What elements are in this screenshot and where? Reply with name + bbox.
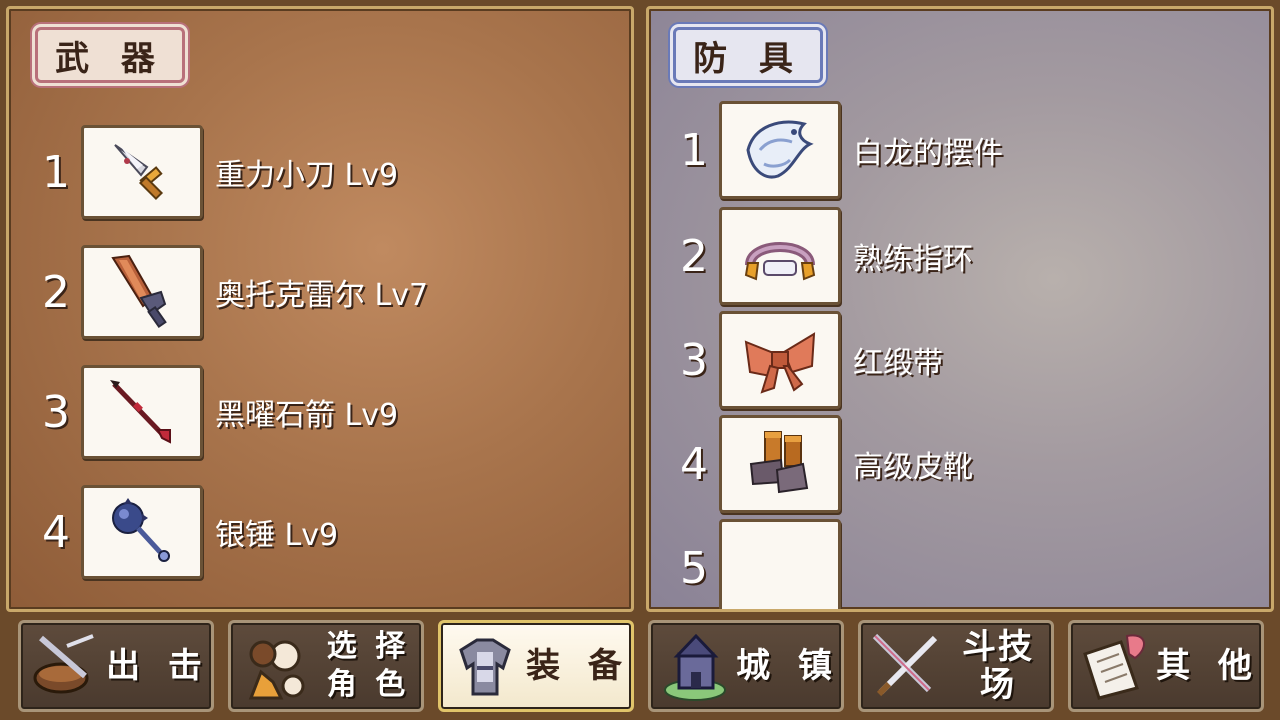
armor-slot-5[interactable] bbox=[719, 519, 841, 609]
nav-arena-label: 斗技场 bbox=[962, 627, 1034, 705]
nav-select-character-button[interactable]: 选 择 角 色 bbox=[228, 620, 424, 712]
weapon-slot-2[interactable] bbox=[81, 245, 203, 339]
ring-icon bbox=[744, 242, 816, 281]
weapons-panel: 武 器 1 重力小刀 Lv9 2 奥托克雷尔 Lv7 3 黑曜石箭 Lv9 4 … bbox=[6, 6, 634, 612]
character-icon bbox=[248, 640, 305, 700]
arrow-icon bbox=[110, 380, 171, 444]
weapon-name-1: 重力小刀 Lv9 bbox=[215, 158, 399, 193]
nav-select-character-line-2: 角 色 bbox=[326, 667, 410, 702]
armor-name-4: 高级皮靴 bbox=[853, 450, 973, 485]
sortie-icon bbox=[33, 634, 94, 694]
armor-slot-1[interactable] bbox=[719, 101, 841, 199]
slot-number: 4 bbox=[42, 506, 70, 558]
armor-slot-row-3[interactable]: 3 红缎带 bbox=[669, 311, 943, 409]
armor-slot-3[interactable] bbox=[719, 311, 841, 409]
slot-number: 4 bbox=[680, 438, 708, 490]
slot-number: 2 bbox=[42, 266, 70, 318]
slot-number: 3 bbox=[42, 386, 70, 438]
weapon-slot-row-1[interactable]: 1 重力小刀 Lv9 bbox=[31, 125, 398, 219]
weapon-slot-4[interactable] bbox=[81, 485, 203, 579]
weapons-panel-title: 武 器 bbox=[35, 27, 185, 83]
armor-slot-row-5[interactable]: 5 bbox=[669, 519, 853, 609]
slot-number: 5 bbox=[680, 542, 708, 594]
armor-name-1: 白龙的摆件 bbox=[853, 136, 1003, 171]
weapon-slot-3[interactable] bbox=[81, 365, 203, 459]
mace-icon bbox=[112, 498, 170, 562]
white-dragon-icon bbox=[746, 120, 814, 179]
armor-slot-row-1[interactable]: 1 白龙的摆件 bbox=[669, 101, 1003, 199]
weapon-name-2: 奥托克雷尔 Lv7 bbox=[215, 278, 429, 313]
nav-select-character-line-1: 选 择 bbox=[326, 629, 410, 664]
slot-number: 1 bbox=[680, 124, 708, 176]
nav-arena-button[interactable]: 斗技场 bbox=[858, 620, 1054, 712]
sword-icon bbox=[111, 254, 167, 329]
armor-name-3: 红缎带 bbox=[853, 346, 943, 381]
nav-other-label: 其 他 bbox=[1156, 646, 1260, 686]
ribbon-icon bbox=[744, 332, 816, 394]
armor-slot-4[interactable] bbox=[719, 415, 841, 513]
crossed-swords-icon bbox=[872, 633, 938, 697]
nav-sortie-button[interactable]: 出 击 bbox=[18, 620, 214, 712]
boots-icon bbox=[749, 431, 809, 494]
slot-number: 3 bbox=[680, 334, 708, 386]
nav-select-character-label: 选 择 角 色 bbox=[315, 628, 421, 704]
nav-sortie-label: 出 击 bbox=[106, 646, 210, 686]
scroll-quill-icon bbox=[1083, 634, 1145, 700]
armor-panel-title: 防 具 bbox=[673, 27, 823, 83]
weapon-name-3: 黑曜石箭 Lv9 bbox=[215, 398, 399, 433]
slot-number: 2 bbox=[680, 230, 708, 282]
town-icon bbox=[664, 633, 726, 701]
nav-equip-button[interactable]: 装 备 bbox=[438, 620, 634, 712]
dagger-icon bbox=[114, 144, 164, 201]
nav-other-button[interactable]: 其 他 bbox=[1068, 620, 1264, 712]
weapon-slot-row-3[interactable]: 3 黑曜石箭 Lv9 bbox=[31, 365, 398, 459]
armor-slot-row-2[interactable]: 2 熟练指环 bbox=[669, 207, 973, 305]
armor-equip-icon bbox=[459, 638, 511, 696]
armor-panel: 防 具 1 白龙的摆件 2 熟练指环 3 红缎带 4 高级皮靴 5 bbox=[646, 6, 1274, 612]
nav-town-label: 城 镇 bbox=[736, 646, 840, 686]
weapon-slot-1[interactable] bbox=[81, 125, 203, 219]
armor-slot-row-4[interactable]: 4 高级皮靴 bbox=[669, 415, 973, 513]
weapon-name-4: 银锤 Lv9 bbox=[215, 518, 339, 553]
nav-town-button[interactable]: 城 镇 bbox=[648, 620, 844, 712]
slot-number: 1 bbox=[42, 146, 70, 198]
weapon-slot-row-4[interactable]: 4 银锤 Lv9 bbox=[31, 485, 338, 579]
weapon-slot-row-2[interactable]: 2 奥托克雷尔 Lv7 bbox=[31, 245, 428, 339]
nav-equip-label: 装 备 bbox=[526, 646, 630, 686]
armor-name-2: 熟练指环 bbox=[853, 242, 973, 277]
armor-slot-2[interactable] bbox=[719, 207, 841, 305]
